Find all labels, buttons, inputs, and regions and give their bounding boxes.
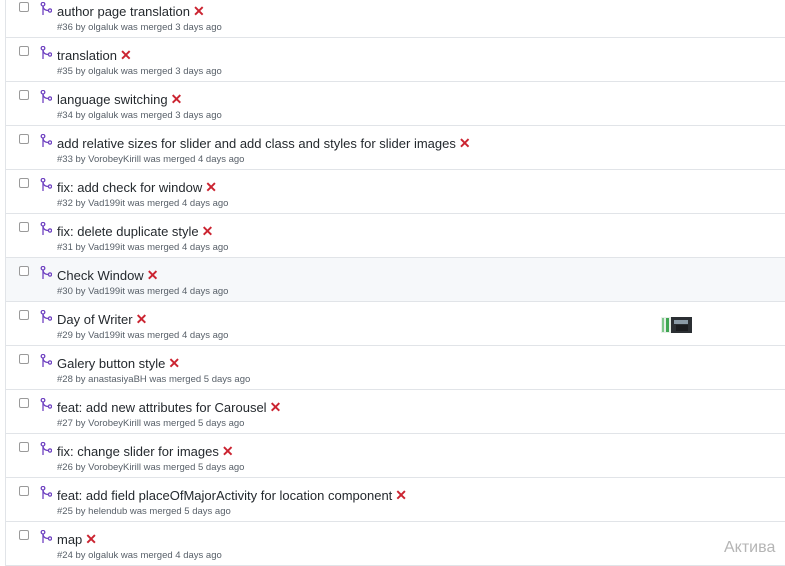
pr-row-30[interactable]: Check Window ✕ #30 by Vad199it was merged…: [6, 258, 785, 302]
select-checkbox[interactable]: [19, 398, 29, 408]
pr-row-33[interactable]: add relative sizes for slider and add cl…: [6, 126, 785, 170]
pr-title-line: language switching ✕: [57, 91, 182, 108]
pr-meta: #33 by VorobeyKirill was merged 4 days a…: [57, 154, 245, 165]
git-merge-icon: [40, 90, 52, 103]
pr-row-28[interactable]: Galery button style ✕ #28 by anastasiyaBH…: [6, 346, 785, 390]
pull-request-list: author page translation ✕ #36 by olgaluk …: [5, 0, 785, 566]
pr-row-26[interactable]: fix: change slider for images ✕ #26 by Vo…: [6, 434, 785, 478]
activation-watermark: Актива: [724, 539, 776, 556]
select-checkbox[interactable]: [19, 134, 29, 144]
x-mark-icon: ✕: [458, 135, 471, 151]
git-merge-icon: [40, 310, 52, 323]
pr-title-link[interactable]: feat: add new attributes for Carousel: [57, 400, 267, 415]
x-mark-icon: ✕: [269, 399, 282, 415]
pr-title-line: translation ✕: [57, 47, 132, 64]
x-mark-icon: ✕: [119, 47, 132, 63]
git-merge-icon: [40, 2, 52, 15]
pr-meta: #31 by Vad199it was merged 4 days ago: [57, 242, 229, 253]
pr-row-34[interactable]: language switching ✕ #34 by olgaluk was m…: [6, 82, 785, 126]
pr-title-link[interactable]: map: [57, 532, 82, 547]
pr-row-31[interactable]: fix: delete duplicate style ✕ #31 by Vad1…: [6, 214, 785, 258]
pr-title-line: Day of Writer ✕: [57, 311, 147, 328]
pr-meta: #30 by Vad199it was merged 4 days ago: [57, 286, 229, 297]
pr-title-line: fix: change slider for images ✕: [57, 443, 234, 460]
select-checkbox[interactable]: [19, 178, 29, 188]
select-checkbox[interactable]: [19, 310, 29, 320]
pr-meta: #32 by Vad199it was merged 4 days ago: [57, 198, 229, 209]
pr-title-link[interactable]: Day of Writer: [57, 312, 133, 327]
pr-title-line: fix: delete duplicate style ✕: [57, 223, 213, 240]
select-checkbox[interactable]: [19, 266, 29, 276]
select-checkbox[interactable]: [19, 530, 29, 540]
pr-meta: #35 by olgaluk was merged 3 days ago: [57, 66, 222, 77]
pr-title-line: Check Window ✕: [57, 267, 158, 284]
pr-title-link[interactable]: author page translation: [57, 4, 190, 19]
pr-title-line: author page translation ✕: [57, 3, 205, 20]
pr-meta: #24 by olgaluk was merged 4 days ago: [57, 550, 222, 561]
pr-row-27[interactable]: feat: add new attributes for Carousel ✕ #…: [6, 390, 785, 434]
pr-meta: #29 by Vad199it was merged 4 days ago: [57, 330, 229, 341]
pr-title-link[interactable]: fix: delete duplicate style: [57, 224, 199, 239]
select-checkbox[interactable]: [19, 222, 29, 232]
x-mark-icon: ✕: [395, 487, 408, 503]
pr-meta: #26 by VorobeyKirill was merged 5 days a…: [57, 462, 245, 473]
pr-row-25[interactable]: feat: add field placeOfMajorActivity for…: [6, 478, 785, 522]
git-merge-icon: [40, 134, 52, 147]
pr-row-24[interactable]: map ✕ #24 by olgaluk was merged 4 days ag…: [6, 522, 785, 566]
x-mark-icon: ✕: [146, 267, 159, 283]
pr-row-32[interactable]: fix: add check for window ✕ #32 by Vad199…: [6, 170, 785, 214]
x-mark-icon: ✕: [205, 179, 217, 195]
select-checkbox[interactable]: [19, 486, 29, 496]
git-merge-icon: [40, 398, 52, 411]
x-mark-icon: ✕: [85, 531, 98, 547]
pr-title-link[interactable]: translation: [57, 48, 117, 63]
pr-title-link[interactable]: Check Window: [57, 268, 144, 283]
select-checkbox[interactable]: [19, 354, 29, 364]
x-mark-icon: ✕: [192, 3, 205, 19]
pr-title-link[interactable]: Galery button style: [57, 356, 165, 371]
pr-title-link[interactable]: fix: add check for window: [57, 180, 202, 195]
pr-title-link[interactable]: feat: add field placeOfMajorActivity for…: [57, 488, 392, 503]
select-checkbox[interactable]: [19, 90, 29, 100]
pr-title-line: Galery button style ✕: [57, 355, 180, 372]
pr-title-link[interactable]: fix: change slider for images: [57, 444, 219, 459]
git-merge-icon: [40, 178, 52, 191]
pr-title-link[interactable]: language switching: [57, 92, 168, 107]
pr-row-29[interactable]: Day of Writer ✕ #29 by Vad199it was merge…: [6, 302, 785, 346]
x-mark-icon: ✕: [168, 355, 181, 371]
select-checkbox[interactable]: [19, 442, 29, 452]
pr-title-link[interactable]: add relative sizes for slider and add cl…: [57, 136, 456, 151]
pr-title-line: fix: add check for window ✕: [57, 179, 217, 196]
pr-row-35[interactable]: translation ✕ #35 by olgaluk was merged 3…: [6, 38, 785, 82]
select-checkbox[interactable]: [19, 46, 29, 56]
git-merge-icon: [40, 354, 52, 367]
x-mark-icon: ✕: [221, 443, 234, 459]
git-merge-icon: [40, 442, 52, 455]
pr-title-line: map ✕: [57, 531, 97, 548]
pr-meta: #28 by anastasiyaBH was merged 5 days ag…: [57, 374, 251, 385]
git-merge-icon: [40, 530, 52, 543]
select-checkbox[interactable]: [19, 2, 29, 12]
pr-row-36[interactable]: author page translation ✕ #36 by olgaluk …: [6, 0, 785, 38]
x-mark-icon: ✕: [135, 311, 148, 327]
git-merge-icon: [40, 266, 52, 279]
pr-meta: #36 by olgaluk was merged 3 days ago: [57, 22, 222, 33]
pr-meta: #27 by VorobeyKirill was merged 5 days a…: [57, 418, 245, 429]
x-mark-icon: ✕: [170, 91, 183, 107]
git-merge-icon: [40, 486, 52, 499]
git-merge-icon: [40, 222, 52, 235]
pr-meta: #34 by olgaluk was merged 3 days ago: [57, 110, 222, 121]
pr-title-line: feat: add field placeOfMajorActivity for…: [57, 487, 407, 504]
git-merge-icon: [40, 46, 52, 59]
pr-meta: #25 by helendub was merged 5 days ago: [57, 506, 231, 517]
pr-title-line: add relative sizes for slider and add cl…: [57, 135, 471, 152]
pr-title-line: feat: add new attributes for Carousel ✕: [57, 399, 281, 416]
thumbnail-image: [661, 317, 692, 333]
x-mark-icon: ✕: [201, 223, 214, 239]
